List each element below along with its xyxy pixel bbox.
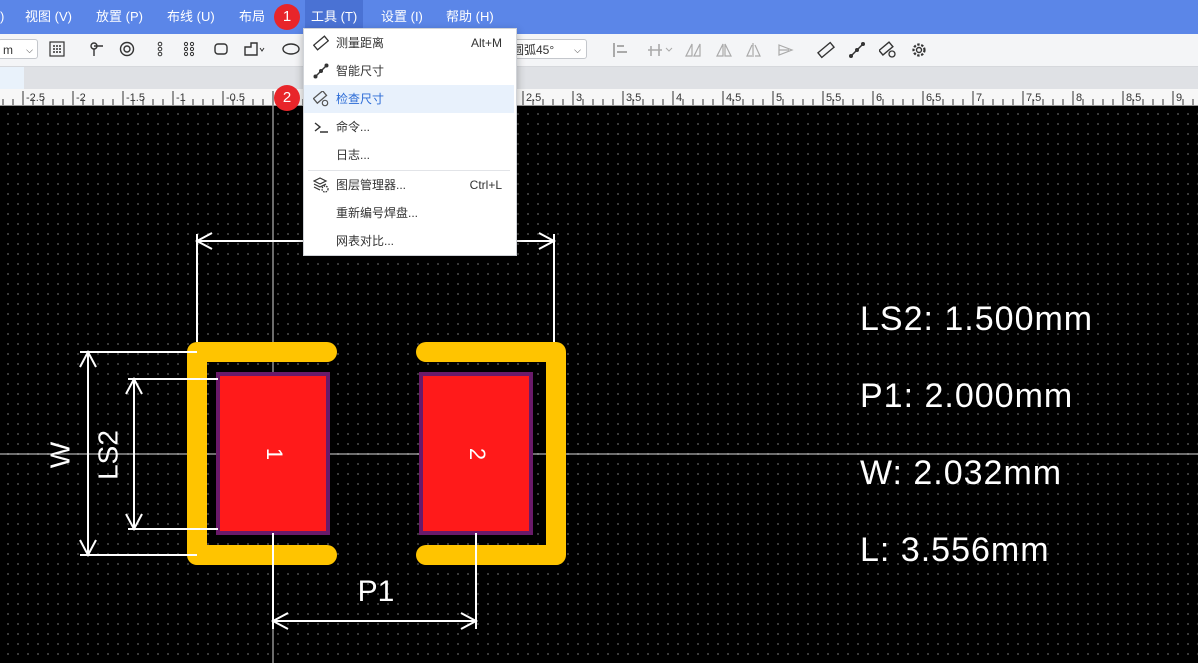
unit-select-value: m — [3, 43, 13, 57]
menu-item-truncated[interactable]: ) — [0, 0, 4, 34]
dimension-w-label: W — [44, 441, 75, 468]
document-tab-strip — [0, 67, 1198, 89]
ruler-label: 8 — [1076, 92, 1082, 104]
ruler-label: 4.5 — [726, 92, 741, 104]
smart-dimension-icon — [313, 63, 329, 79]
ruler-label: -0.5 — [226, 92, 245, 104]
flip-horizontal-icon[interactable] — [684, 42, 702, 58]
chevron-down-icon: ⌵ — [26, 45, 33, 55]
menu-bar: ) 视图 (V) 放置 (P) 布线 (U) 布局 工具 (T) 设置 (I) … — [0, 0, 1198, 34]
ruler-label: 8.5 — [1126, 92, 1141, 104]
smart-dimension-icon[interactable] — [848, 41, 866, 59]
toolbar: m ⌵ 圆弧45° ⌵ — [0, 34, 1198, 67]
menu-item-command[interactable]: 命令... — [304, 113, 514, 141]
ruler-label: 7.5 — [1026, 92, 1041, 104]
ruler-ticks: -2.5 -2 -1.5 -1 -0.5 2.5 3 3.5 4 4.5 5 5.5 6 6.5 7 7.5 8… — [2, 91, 1194, 105]
pad-column-icon[interactable] — [152, 41, 168, 57]
menu-item-route[interactable]: 布线 (U) — [167, 0, 215, 34]
check-dimension-icon[interactable] — [879, 41, 897, 59]
menu-item-label: 测量距离 — [336, 36, 385, 50]
ruler-label: 6 — [876, 92, 882, 104]
menu-item-renumber-pads[interactable]: 重新编号焊盘... — [304, 199, 514, 227]
menu-item-label: 检查尺寸 — [336, 92, 385, 106]
rotate-icon[interactable] — [777, 42, 795, 58]
document-tab[interactable] — [0, 67, 24, 89]
menu-item-label: 命令... — [336, 120, 371, 134]
menu-item-view[interactable]: 视图 (V) — [25, 0, 72, 34]
ruler-label: 3.5 — [626, 92, 641, 104]
pcb-canvas[interactable]: 1 2 W LS2 P1 LS2: 1.500mm P1: 2.000mm W:… — [0, 106, 1198, 663]
flip-vertical-icon[interactable] — [745, 42, 763, 58]
menu-item-log[interactable]: 日志... — [304, 141, 514, 169]
ruler-label: 6.5 — [926, 92, 941, 104]
ruler-label: -2 — [76, 92, 86, 104]
pad-array-icon[interactable] — [181, 41, 197, 57]
tools-dropdown-menu: 测量距离 Alt+M 智能尺寸 检查尺寸 命令... 日志... 图层管理器..… — [303, 28, 517, 256]
mirror-icon[interactable] — [715, 42, 733, 58]
chevron-down-icon: ⌵ — [574, 45, 581, 55]
distribute-icon[interactable] — [647, 42, 675, 58]
polygon-tool-icon[interactable] — [243, 41, 265, 57]
menu-item-label: 重新编号焊盘... — [336, 206, 419, 220]
step-badge-2: 2 — [274, 85, 300, 111]
arc-mode-select[interactable]: 圆弧45° ⌵ — [507, 39, 587, 59]
layer-manager-icon — [313, 177, 329, 193]
dimension-ls2-label: LS2 — [92, 430, 123, 480]
grid-icon[interactable] — [49, 41, 65, 57]
oval-icon[interactable] — [281, 41, 301, 57]
menu-item-shortcut: Alt+M — [470, 36, 502, 50]
menu-item-netlist-compare[interactable]: 网表对比... — [304, 227, 514, 255]
menu-item-shortcut: Ctrl+L — [469, 178, 502, 192]
measurement-ls2: LS2: 1.500mm — [860, 300, 1094, 338]
measure-distance-icon[interactable] — [817, 41, 835, 59]
menu-item-place[interactable]: 放置 (P) — [96, 0, 143, 34]
command-prompt-icon — [314, 122, 328, 133]
rounded-rect-icon[interactable] — [213, 41, 229, 57]
menu-item-layer-manager[interactable]: 图层管理器... Ctrl+L — [304, 171, 514, 199]
align-left-icon[interactable] — [612, 42, 632, 58]
ruler-icon — [313, 35, 329, 51]
menu-item-label: 日志... — [336, 148, 371, 162]
menu-item-label: 图层管理器... — [336, 178, 407, 192]
menu-item-measure-distance[interactable]: 测量距离 Alt+M — [304, 29, 514, 57]
measurement-l: L: 3.556mm — [860, 531, 1050, 569]
pin-icon[interactable] — [89, 41, 105, 57]
measurement-p1: P1: 2.000mm — [860, 377, 1074, 415]
pad-1-number: 1 — [262, 448, 287, 460]
ruler-label: 9 — [1176, 92, 1182, 104]
dimension-p1-label: P1 — [358, 575, 395, 608]
arc-mode-value: 圆弧45° — [512, 43, 555, 57]
gear-icon[interactable] — [910, 41, 928, 59]
ruler-label: -1 — [176, 92, 186, 104]
ruler-label: 7 — [976, 92, 982, 104]
ruler-label: 5 — [776, 92, 782, 104]
menu-item-label: 智能尺寸 — [336, 64, 385, 78]
unit-select[interactable]: m ⌵ — [0, 39, 38, 59]
pad-2-number: 2 — [465, 448, 490, 460]
check-dimension-icon — [313, 91, 329, 107]
ruler-label: -1.5 — [126, 92, 145, 104]
menu-item-smart-dimension[interactable]: 智能尺寸 — [304, 57, 514, 85]
menu-item-check-dimension[interactable]: 检查尺寸 — [304, 85, 514, 113]
ruler-label: 3 — [576, 92, 582, 104]
ruler-label: 2.5 — [526, 92, 541, 104]
menu-item-layout[interactable]: 布局 — [239, 0, 265, 34]
menu-item-label: 网表对比... — [336, 234, 395, 248]
via-icon[interactable] — [119, 41, 135, 57]
step-badge-1: 1 — [274, 4, 300, 30]
horizontal-ruler: -2.5 -2 -1.5 -1 -0.5 2.5 3 3.5 4 4.5 5 5.5 6 6.5 7 7.5 8… — [0, 89, 1198, 106]
ruler-label: 4 — [676, 92, 682, 104]
ruler-label: -2.5 — [26, 92, 45, 104]
measurement-w: W: 2.032mm — [860, 454, 1063, 492]
ruler-label: 5.5 — [826, 92, 841, 104]
